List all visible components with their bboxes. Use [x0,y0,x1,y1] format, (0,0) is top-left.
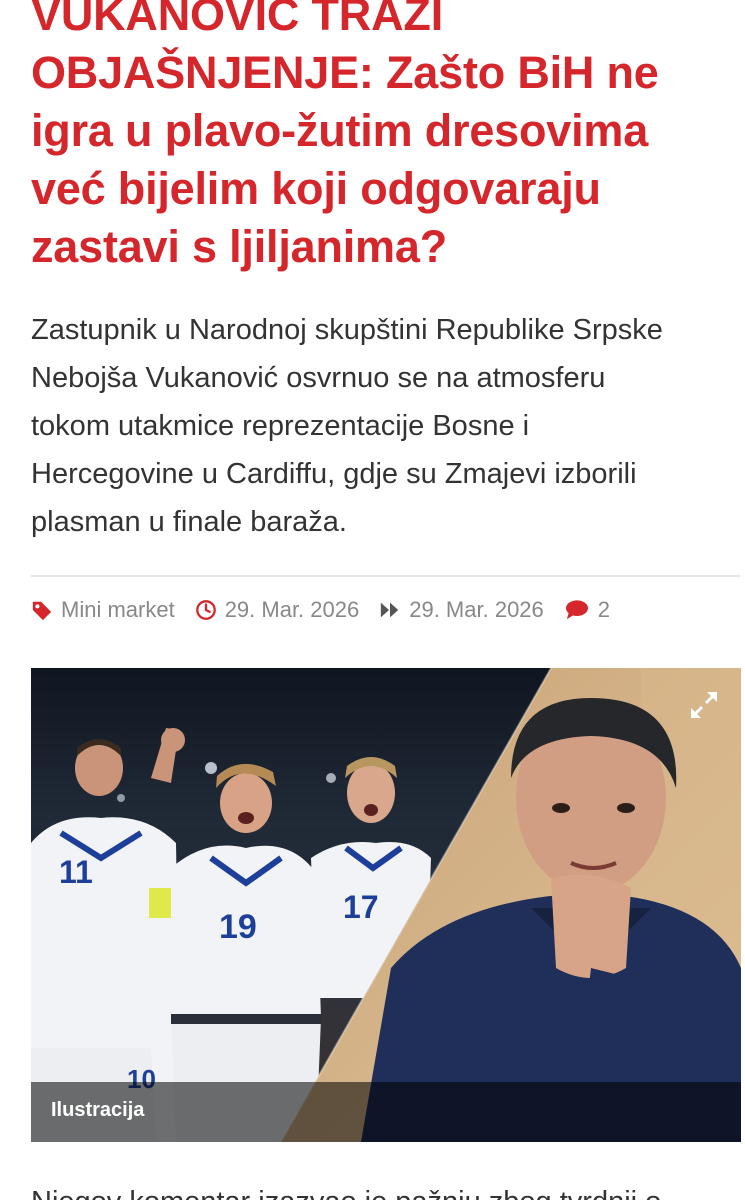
clock-icon [195,599,217,621]
comments-count[interactable]: 2 [598,597,610,623]
meta-published: 29. Mar. 2026 [195,597,360,623]
headline-line: igra u plavo-žutim dresovima [31,105,649,156]
lead-line: plasman u finale baraža. [31,506,347,538]
published-date: 29. Mar. 2026 [224,597,360,622]
headline-line: već bijelim koji odgovaraju [31,163,601,214]
image-illustration: 11 19 17 10 [31,668,741,1142]
lead-line: Hercegovine u Cardiffu, gdje su Zmajevi … [31,458,637,490]
lead-line: Nebojša Vukanović osvrnuo se na atmosfer… [31,362,606,394]
lead-line: Zastupnik u Narodnoj skupštini Republike… [31,314,663,346]
comment-icon[interactable] [564,599,590,621]
article-meta: Mini market 29. Mar. 2026 29. Mar. 2026 … [31,592,618,628]
image-caption: Ilustracija [51,1099,145,1121]
article-image[interactable]: 11 19 17 10 Ilustracija [31,668,741,1142]
article-lead: Zastupnik u Narodnoj skupštini Republike… [31,306,731,546]
forward-icon [379,599,401,621]
headline-line: zastavi s ljiljanima? [31,221,447,272]
meta-divider [31,575,740,577]
jersey-number: 17 [343,889,379,925]
jersey-number: 11 [59,854,93,890]
meta-comments[interactable]: 2 [564,597,610,623]
updated-date: 29. Mar. 2026 [409,597,544,622]
tag-icon [31,599,53,621]
meta-category[interactable]: Mini market [31,597,175,623]
meta-updated: 29. Mar. 2026 [379,597,544,623]
jersey-number: 19 [219,908,257,946]
headline-line: OBJAŠNJENJE: Zašto BiH ne [31,47,659,98]
headline-line: VUKANOVIĆ TRAŽI [31,0,443,40]
expand-icon[interactable] [687,688,721,722]
category-link[interactable]: Mini market [61,597,175,623]
article-headline: VUKANOVIĆ TRAŽI OBJAŠNJENJE: Zašto BiH n… [31,0,721,276]
lead-line: tokom utakmice reprezentacije Bosne i [31,410,530,442]
article-body-paragraph: Njegov komentar izazvao je pažnju zbog t… [31,1178,731,1200]
